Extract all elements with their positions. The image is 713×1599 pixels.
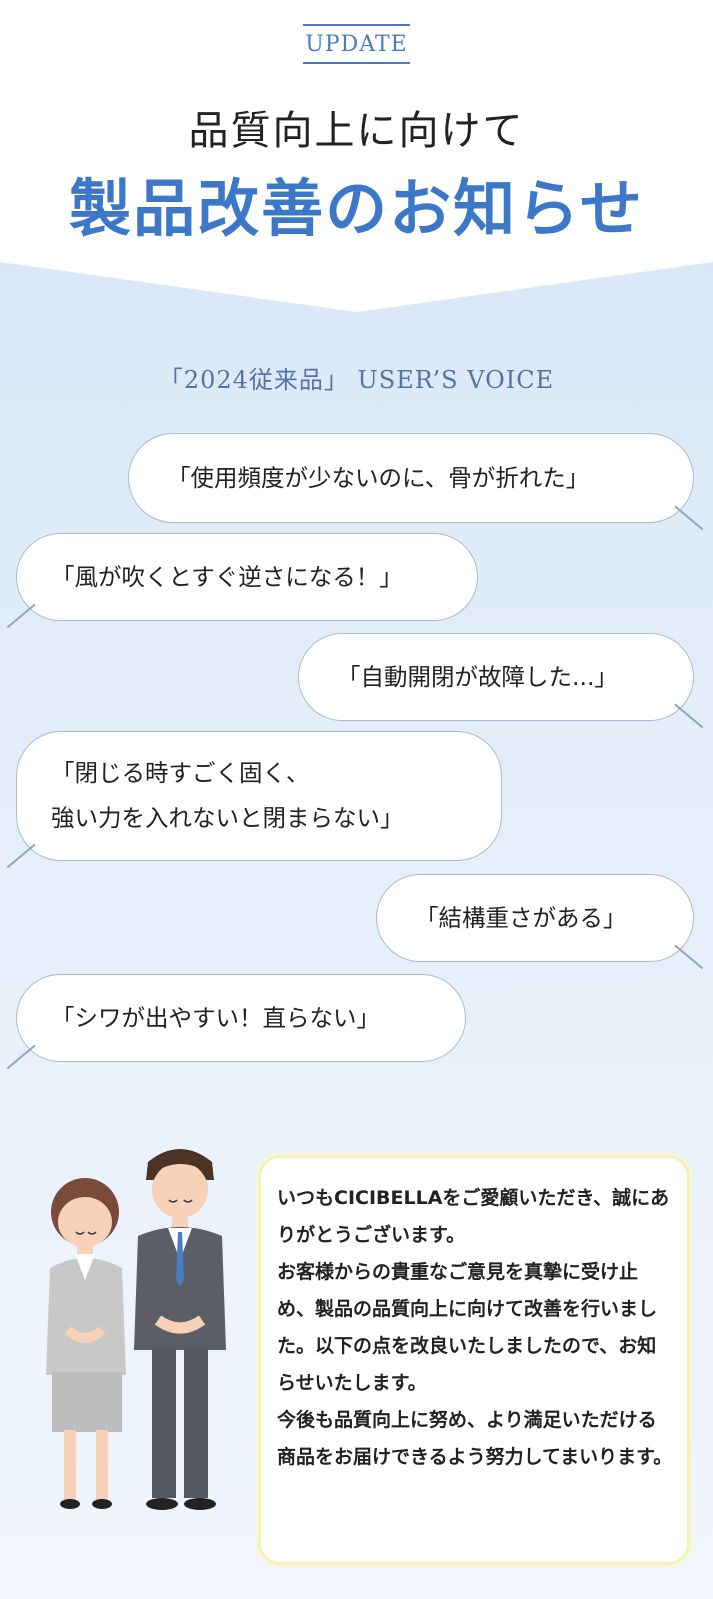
notice-text: いつもCICIBELLAをご愛顧いただき、誠にありがとうございます。 お客様から…: [277, 1187, 673, 1468]
bubble-tail: [674, 703, 704, 728]
voice-bubble: 「風が吹くとすぐ逆さになる！」: [6, 533, 478, 628]
bubble-tail: [674, 505, 704, 530]
bubble-tail: [6, 843, 36, 868]
bubble-tail: [674, 944, 704, 969]
title-line1: 品質向上に向けて: [188, 108, 525, 154]
voice-bubble: 「自動開閉が故障した...」: [298, 633, 704, 728]
update-label: UPDATE: [0, 24, 713, 64]
notice-box: いつもCICIBELLAをご愛顧いただき、誠にありがとうございます。 お客様から…: [258, 1155, 690, 1565]
voice-bubble: 「シワが出やすい！直らない」: [6, 974, 466, 1069]
voice-bubble-text: 「自動開閉が故障した...」: [337, 663, 618, 691]
man-figure: [134, 1149, 226, 1510]
title-line2: 製品改善のお知らせ: [69, 172, 644, 245]
voice-bubble: 「使用頻度が少ないのに、骨が折れた」: [128, 433, 704, 530]
voice-bubble-text: 「結構重さがある」: [415, 904, 627, 932]
voice-bubble: 「閉じる時すごく固く、 強い力を入れないと閉まらない」: [6, 731, 502, 868]
voice-bubble: 「結構重さがある」: [376, 874, 704, 969]
voice-bubble-text: 「使用頻度が少ないのに、骨が折れた」: [167, 464, 590, 492]
bubble-tail: [6, 603, 36, 628]
voices-heading: 「2024従来品」 USER’S VOICE: [158, 366, 555, 394]
bowing-staff-illustration: [46, 1149, 226, 1510]
voice-bubble-text: 「風が吹くとすぐ逆さになる！」: [51, 563, 403, 591]
voice-bubble-text: 「閉じる時すごく固く、 強い力を入れないと閉まらない」: [51, 759, 404, 832]
woman-figure: [46, 1178, 126, 1509]
voice-bubble-text: 「シワが出やすい！直らない」: [51, 1004, 380, 1032]
update-text: UPDATE: [303, 24, 410, 64]
bubble-tail: [6, 1044, 36, 1069]
